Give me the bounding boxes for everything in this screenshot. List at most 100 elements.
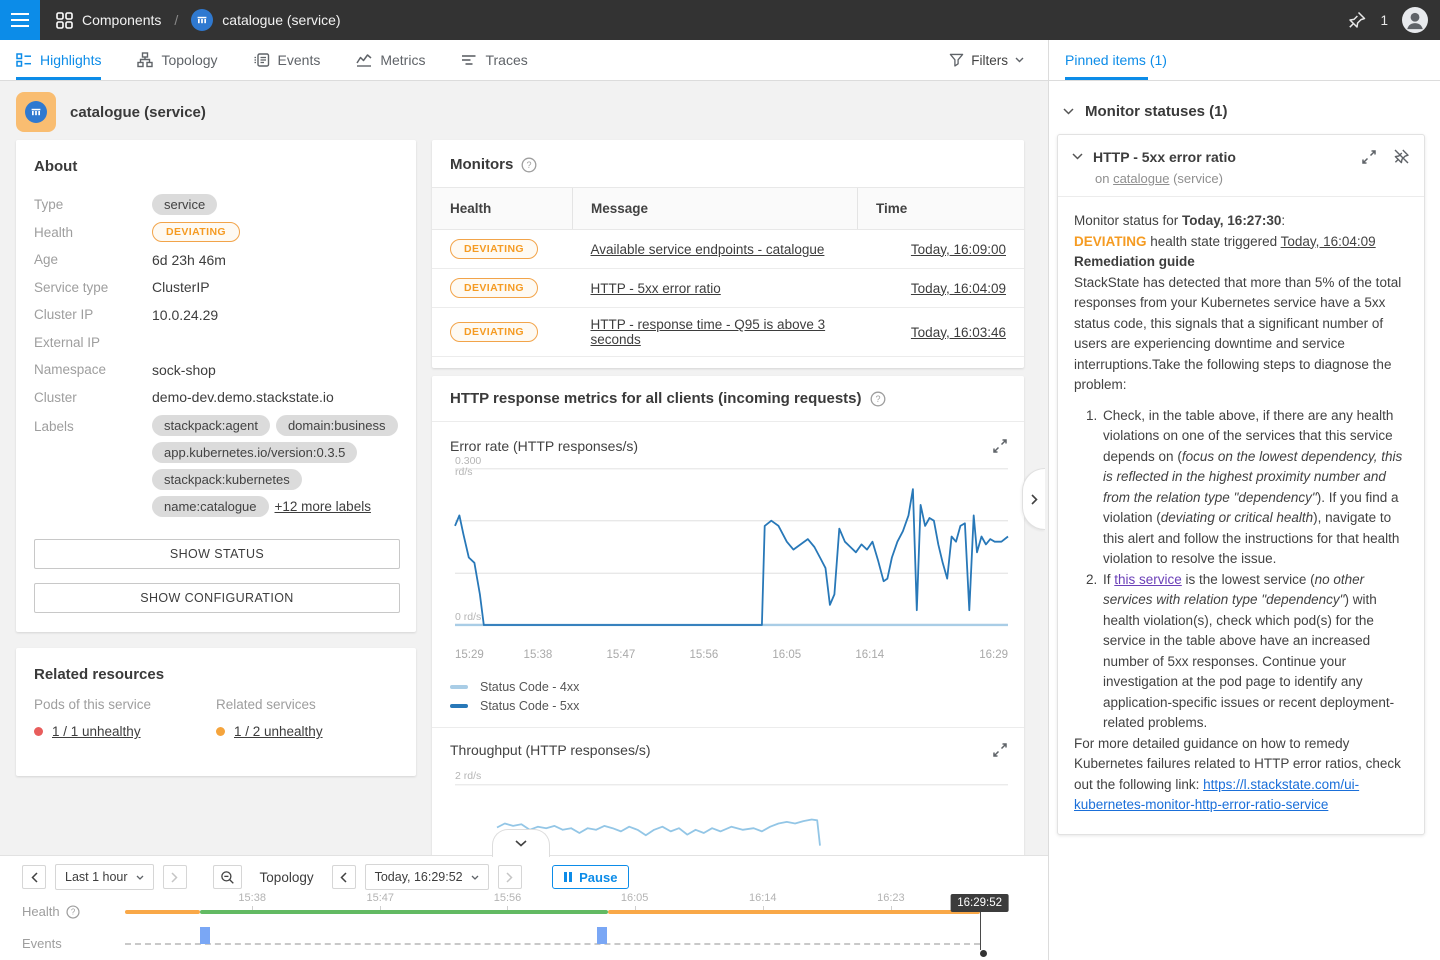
health-state-badge: DEVIATING — [450, 239, 538, 259]
timeline-track[interactable]: 15:3815:4715:5616:0516:1416:23 16:29:52 — [125, 856, 1040, 960]
remediation-closing: For more detailed guidance on how to rem… — [1074, 734, 1408, 816]
tab-highlights[interactable]: Highlights — [16, 40, 101, 80]
about-row-external-ip: External IP — [34, 329, 398, 357]
column-header-health: Health — [432, 188, 573, 230]
service-icon — [25, 101, 47, 123]
monitor-link[interactable]: Available service endpoints - catalogue — [591, 242, 825, 257]
highlights-icon — [16, 52, 32, 68]
help-icon[interactable]: ? — [870, 391, 886, 407]
monitor-statuses-section-header[interactable]: Monitor statuses (1) — [1049, 81, 1440, 132]
about-row-age: Age 6d 23h 46m — [34, 246, 398, 274]
monitor-time-link[interactable]: Today, 16:04:09 — [911, 281, 1006, 296]
health-state-badge: DEVIATING — [450, 322, 538, 342]
filters-button[interactable]: Filters — [949, 40, 1024, 80]
label-pill: name:catalogue — [152, 496, 269, 517]
cursor-line — [980, 912, 982, 950]
pinned-items-tabbar: Pinned items (1) — [1049, 40, 1440, 81]
tab-label: Topology — [161, 52, 217, 68]
monitor-status-line: Monitor status for Today, 16:27:30: — [1074, 211, 1408, 232]
remediation-step: Check, in the table above, if there are … — [1101, 406, 1408, 570]
traces-icon — [461, 52, 477, 68]
page-header: catalogue (service) — [16, 92, 206, 132]
remediation-intro: StackState has detected that more than 5… — [1074, 273, 1408, 396]
label-pill: stackpack:kubernetes — [152, 469, 302, 490]
monitor-row: DEVIATING HTTP - 5xx error ratio Today, … — [432, 269, 1024, 308]
tab-label: Events — [278, 52, 321, 68]
about-row-health: Health DEVIATING — [34, 219, 398, 247]
breadcrumb-root[interactable]: Components — [82, 12, 161, 28]
about-title: About — [34, 158, 398, 175]
cursor-dot — [980, 950, 987, 957]
page-title: catalogue (service) — [70, 104, 206, 121]
tab-metrics[interactable]: Metrics — [356, 40, 425, 80]
chevron-down-icon — [1063, 108, 1074, 115]
more-labels-link[interactable]: +12 more labels — [275, 499, 371, 514]
related-group-pods: Pods of this service 1 / 1 unhealthy — [34, 697, 216, 739]
main-content: catalogue (service) About Type service H… — [0, 80, 1048, 855]
chevron-down-icon — [515, 840, 527, 847]
error-rate-chart[interactable]: 0.300rd/s 0 rd/s — [455, 468, 1008, 644]
pinned-monitor-body: Monitor status for Today, 16:27:30: DEVI… — [1058, 197, 1424, 834]
events-dash — [125, 943, 980, 945]
legend-item-5xx: Status Code - 5xx — [450, 696, 1024, 715]
help-icon[interactable]: ? — [521, 157, 537, 173]
show-configuration-button[interactable]: SHOW CONFIGURATION — [34, 583, 400, 613]
about-row-labels: Labels stackpack:agent domain:business a… — [34, 415, 398, 517]
error-rate-x-axis: 15:2915:3815:4715:5616:0516:1416:29 — [455, 649, 1008, 663]
type-pill: service — [152, 194, 217, 215]
avatar[interactable] — [1402, 7, 1428, 33]
collapse-timeline-tab[interactable] — [492, 829, 550, 857]
chart-legend: Status Code - 4xx Status Code - 5xx — [450, 677, 1024, 715]
component-health-badge — [16, 92, 56, 132]
tab-label: Traces — [485, 52, 527, 68]
expand-icon[interactable] — [1361, 149, 1377, 165]
chevron-down-icon[interactable] — [1072, 153, 1083, 160]
tab-traces[interactable]: Traces — [461, 40, 527, 80]
critical-health-dot — [34, 727, 43, 736]
active-tab-underline — [1065, 77, 1148, 80]
tab-pinned-items[interactable]: Pinned items (1) — [1065, 40, 1167, 80]
components-grid-icon — [56, 12, 73, 29]
monitor-link[interactable]: HTTP - 5xx error ratio — [591, 281, 721, 296]
pin-icon[interactable] — [1348, 11, 1366, 29]
monitor-row: DEVIATING HTTP - response time - Q95 is … — [432, 308, 1024, 357]
expand-icon[interactable] — [992, 438, 1008, 454]
help-icon[interactable]: ? — [66, 905, 80, 919]
chevron-down-icon — [1015, 57, 1024, 63]
legend-swatch — [450, 704, 468, 708]
legend-item-4xx: Status Code - 4xx — [450, 677, 1024, 696]
breadcrumb-current[interactable]: catalogue (service) — [222, 12, 340, 28]
hamburger-menu-button[interactable] — [0, 0, 40, 40]
error-rate-chart-title: Error rate (HTTP responses/s) — [450, 438, 638, 454]
pinned-items-panel: Pinned items (1) Monitor statuses (1) HT… — [1048, 40, 1440, 960]
range-back-button[interactable] — [22, 865, 46, 889]
service-icon — [191, 9, 213, 31]
about-row-cluster-ip: Cluster IP 10.0.24.29 — [34, 301, 398, 329]
breadcrumb: Components / catalogue (service) — [56, 0, 341, 40]
about-row-type: Type service — [34, 191, 398, 219]
pinned-monitor-component[interactable]: on catalogue (service) — [1095, 171, 1410, 186]
svg-text:?: ? — [527, 160, 532, 170]
monitor-time-link[interactable]: Today, 16:03:46 — [911, 325, 1006, 340]
tab-topology[interactable]: Topology — [137, 40, 217, 80]
pinned-monitor-title[interactable]: HTTP - 5xx error ratio — [1093, 149, 1351, 165]
monitor-row: DEVIATING Available service endpoints - … — [432, 230, 1024, 269]
unpin-icon[interactable] — [1393, 148, 1410, 165]
services-unhealthy-link[interactable]: 1 / 2 unhealthy — [234, 724, 323, 739]
monitor-time-link[interactable]: Today, 16:09:00 — [911, 242, 1006, 257]
breadcrumb-separator: / — [174, 12, 178, 28]
pods-unhealthy-link[interactable]: 1 / 1 unhealthy — [52, 724, 141, 739]
column-header-time: Time — [858, 188, 1025, 230]
related-resources-title: Related resources — [34, 666, 398, 683]
tab-events[interactable]: Events — [254, 40, 321, 80]
filters-label: Filters — [971, 53, 1008, 68]
show-status-button[interactable]: SHOW STATUS — [34, 539, 400, 569]
expand-icon[interactable] — [992, 742, 1008, 758]
monitor-link[interactable]: HTTP - response time - Q95 is above 3 se… — [591, 317, 826, 347]
column-header-message: Message — [573, 188, 858, 230]
hamburger-icon — [11, 13, 29, 27]
health-track-label: Health ? — [22, 904, 80, 919]
about-card: About Type service Health DEVIATING Age … — [16, 140, 416, 632]
events-track — [125, 920, 1040, 952]
chevron-right-icon — [1031, 494, 1038, 505]
